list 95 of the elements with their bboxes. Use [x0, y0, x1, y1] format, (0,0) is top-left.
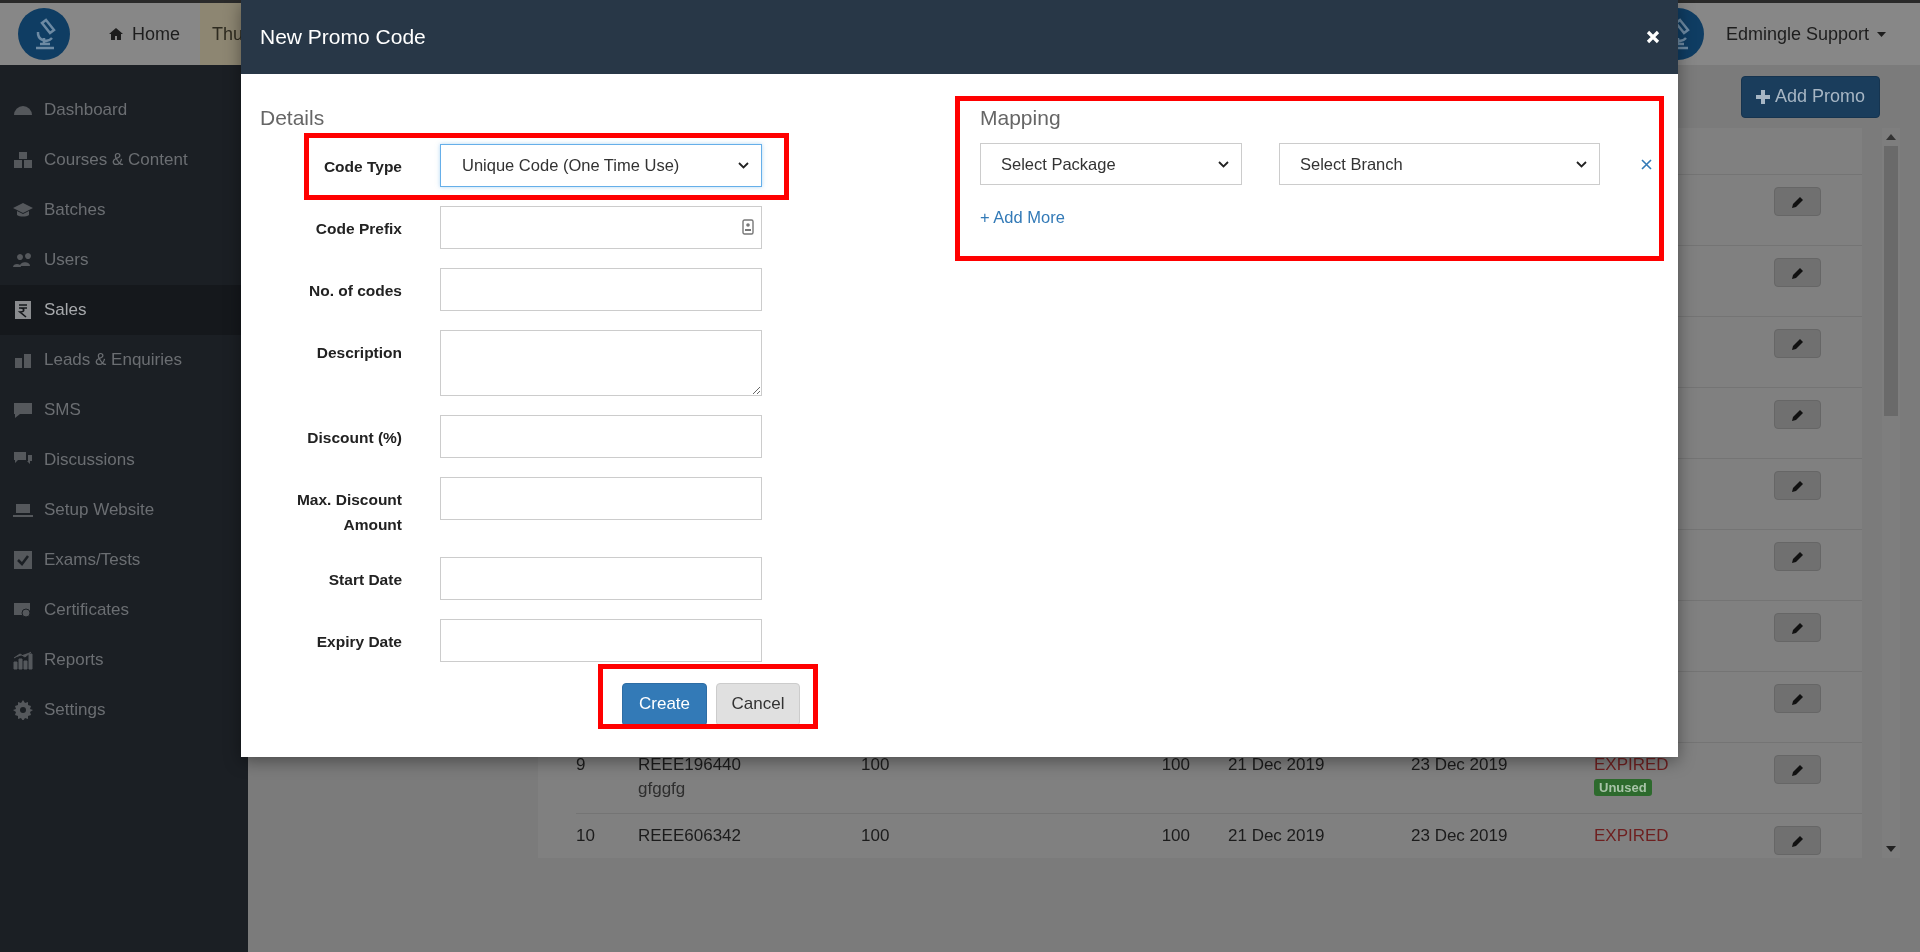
status-text: EXPIRED	[1594, 826, 1669, 846]
nav-label: Home	[132, 23, 180, 45]
input-field[interactable]	[440, 268, 762, 311]
edit-button[interactable]	[1774, 542, 1821, 571]
sidebar-item[interactable]: Courses & Content	[0, 135, 248, 185]
contact-card-icon[interactable]	[742, 219, 754, 235]
input-field[interactable]	[440, 618, 762, 662]
section-heading: Details	[260, 106, 325, 130]
edit-button[interactable]	[1774, 400, 1821, 429]
menu-item-icon	[13, 400, 33, 420]
edit-button[interactable]	[1774, 755, 1821, 784]
chevron-down-icon	[738, 162, 749, 169]
field-label: No. of codes	[308, 281, 402, 301]
pencil-icon	[1791, 408, 1804, 421]
pencil-icon	[1791, 195, 1804, 208]
pencil-icon	[1791, 479, 1804, 492]
sidebar-item[interactable]: Discussions	[0, 435, 248, 485]
sidebar-item[interactable]: Settings	[0, 685, 248, 735]
menu-item-icon	[13, 600, 33, 620]
remove-icon[interactable]	[1641, 158, 1652, 170]
menu-item-icon	[13, 300, 33, 320]
edit-button[interactable]	[1774, 826, 1821, 855]
pencil-icon	[1791, 337, 1804, 350]
sidebar-item[interactable]: Exams/Tests	[0, 535, 248, 585]
create-button[interactable]: Create	[622, 682, 707, 726]
field-label: Code Type	[322, 157, 402, 177]
menu-item-icon	[13, 250, 33, 270]
status-badge: Unused	[1594, 779, 1652, 796]
select-field[interactable]: Select Branch	[1279, 143, 1600, 185]
table-cell-text: 100	[861, 754, 891, 775]
sidebar-item[interactable]: Users	[0, 235, 248, 285]
chevron-down-icon	[1576, 160, 1587, 168]
select-field[interactable]: Select Package	[980, 143, 1242, 185]
menu-item-icon	[13, 150, 33, 170]
menu-item-icon	[13, 700, 33, 720]
table-cell-text: 100	[1160, 754, 1191, 775]
input-field[interactable]	[440, 206, 762, 249]
sidebar-item[interactable]: Certificates	[0, 585, 248, 635]
add-more-link[interactable]: + Add More	[980, 208, 1065, 227]
edit-button[interactable]	[1774, 258, 1821, 287]
pencil-icon	[1791, 550, 1804, 563]
add-promo-button[interactable]: Add Promo	[1740, 75, 1880, 118]
table-cell: REEE196440	[638, 755, 742, 775]
input-field[interactable]	[440, 415, 762, 458]
edit-button[interactable]	[1774, 187, 1821, 216]
input-field[interactable]	[440, 477, 762, 520]
table-cell-text: 21 Dec 2019	[1228, 754, 1326, 775]
sidebar-item[interactable]: Reports	[0, 635, 248, 685]
sidebar-item[interactable]: SMS	[0, 385, 248, 435]
menu-item-icon	[13, 550, 33, 570]
edit-button[interactable]	[1774, 684, 1821, 713]
edit-button[interactable]	[1774, 613, 1821, 642]
sidebar-item[interactable]: Batches	[0, 185, 248, 235]
close-icon[interactable]	[1646, 30, 1660, 44]
menu-item-icon	[13, 650, 33, 670]
pencil-icon	[1791, 692, 1804, 705]
table-cell-text: 23 Dec 2019	[1411, 754, 1509, 775]
pencil-icon	[1791, 621, 1804, 634]
nav-tab[interactable]: Home	[88, 3, 200, 65]
table-cell-text: 21 Dec 2019	[1228, 825, 1326, 846]
pencil-icon	[1791, 266, 1804, 279]
edit-button[interactable]	[1774, 329, 1821, 358]
table-cell-text: 100	[861, 825, 891, 846]
edit-button[interactable]	[1774, 471, 1821, 500]
chevron-down-icon	[1218, 160, 1229, 168]
table-cell-text: 23 Dec 2019	[1411, 825, 1509, 846]
field-label: Start Date	[327, 569, 402, 590]
sidebar-item[interactable]: Dashboard	[0, 85, 248, 135]
field-label: Discount (%)	[306, 428, 402, 448]
input-field[interactable]	[440, 330, 762, 396]
scroll-up-icon[interactable]	[1886, 134, 1896, 140]
status-text: EXPIRED	[1594, 755, 1669, 775]
code-type-select[interactable]: Unique Code (One Time Use)	[440, 144, 762, 187]
user-menu[interactable]: Edmingle Support	[1725, 23, 1886, 45]
microscope-logo-icon	[18, 8, 70, 60]
field-label: Max. Discount Amount	[295, 490, 402, 535]
cancel-button[interactable]: Cancel	[716, 682, 800, 726]
table-cell: gfggfg	[638, 779, 686, 799]
scroll-down-icon[interactable]	[1886, 846, 1896, 852]
input-field[interactable]	[440, 556, 762, 600]
table-cell: REEE606342	[638, 826, 742, 846]
plus-icon	[1755, 89, 1770, 104]
section-heading: Mapping	[980, 106, 1061, 130]
table-cell-text: 100	[1160, 825, 1191, 846]
caret-icon	[1877, 31, 1886, 37]
table-cell-text: 9	[576, 754, 587, 775]
field-label: Description	[315, 343, 402, 363]
sidebar-item[interactable]: Leads & Enquiries	[0, 335, 248, 385]
sidebar-item[interactable]: Setup Website	[0, 485, 248, 535]
table-cell-text: 10	[576, 825, 596, 846]
field-label: Expiry Date	[315, 631, 402, 652]
field-label: Code Prefix	[314, 219, 402, 239]
pencil-icon	[1791, 834, 1804, 847]
pencil-icon	[1791, 763, 1804, 776]
home-icon	[108, 27, 124, 41]
